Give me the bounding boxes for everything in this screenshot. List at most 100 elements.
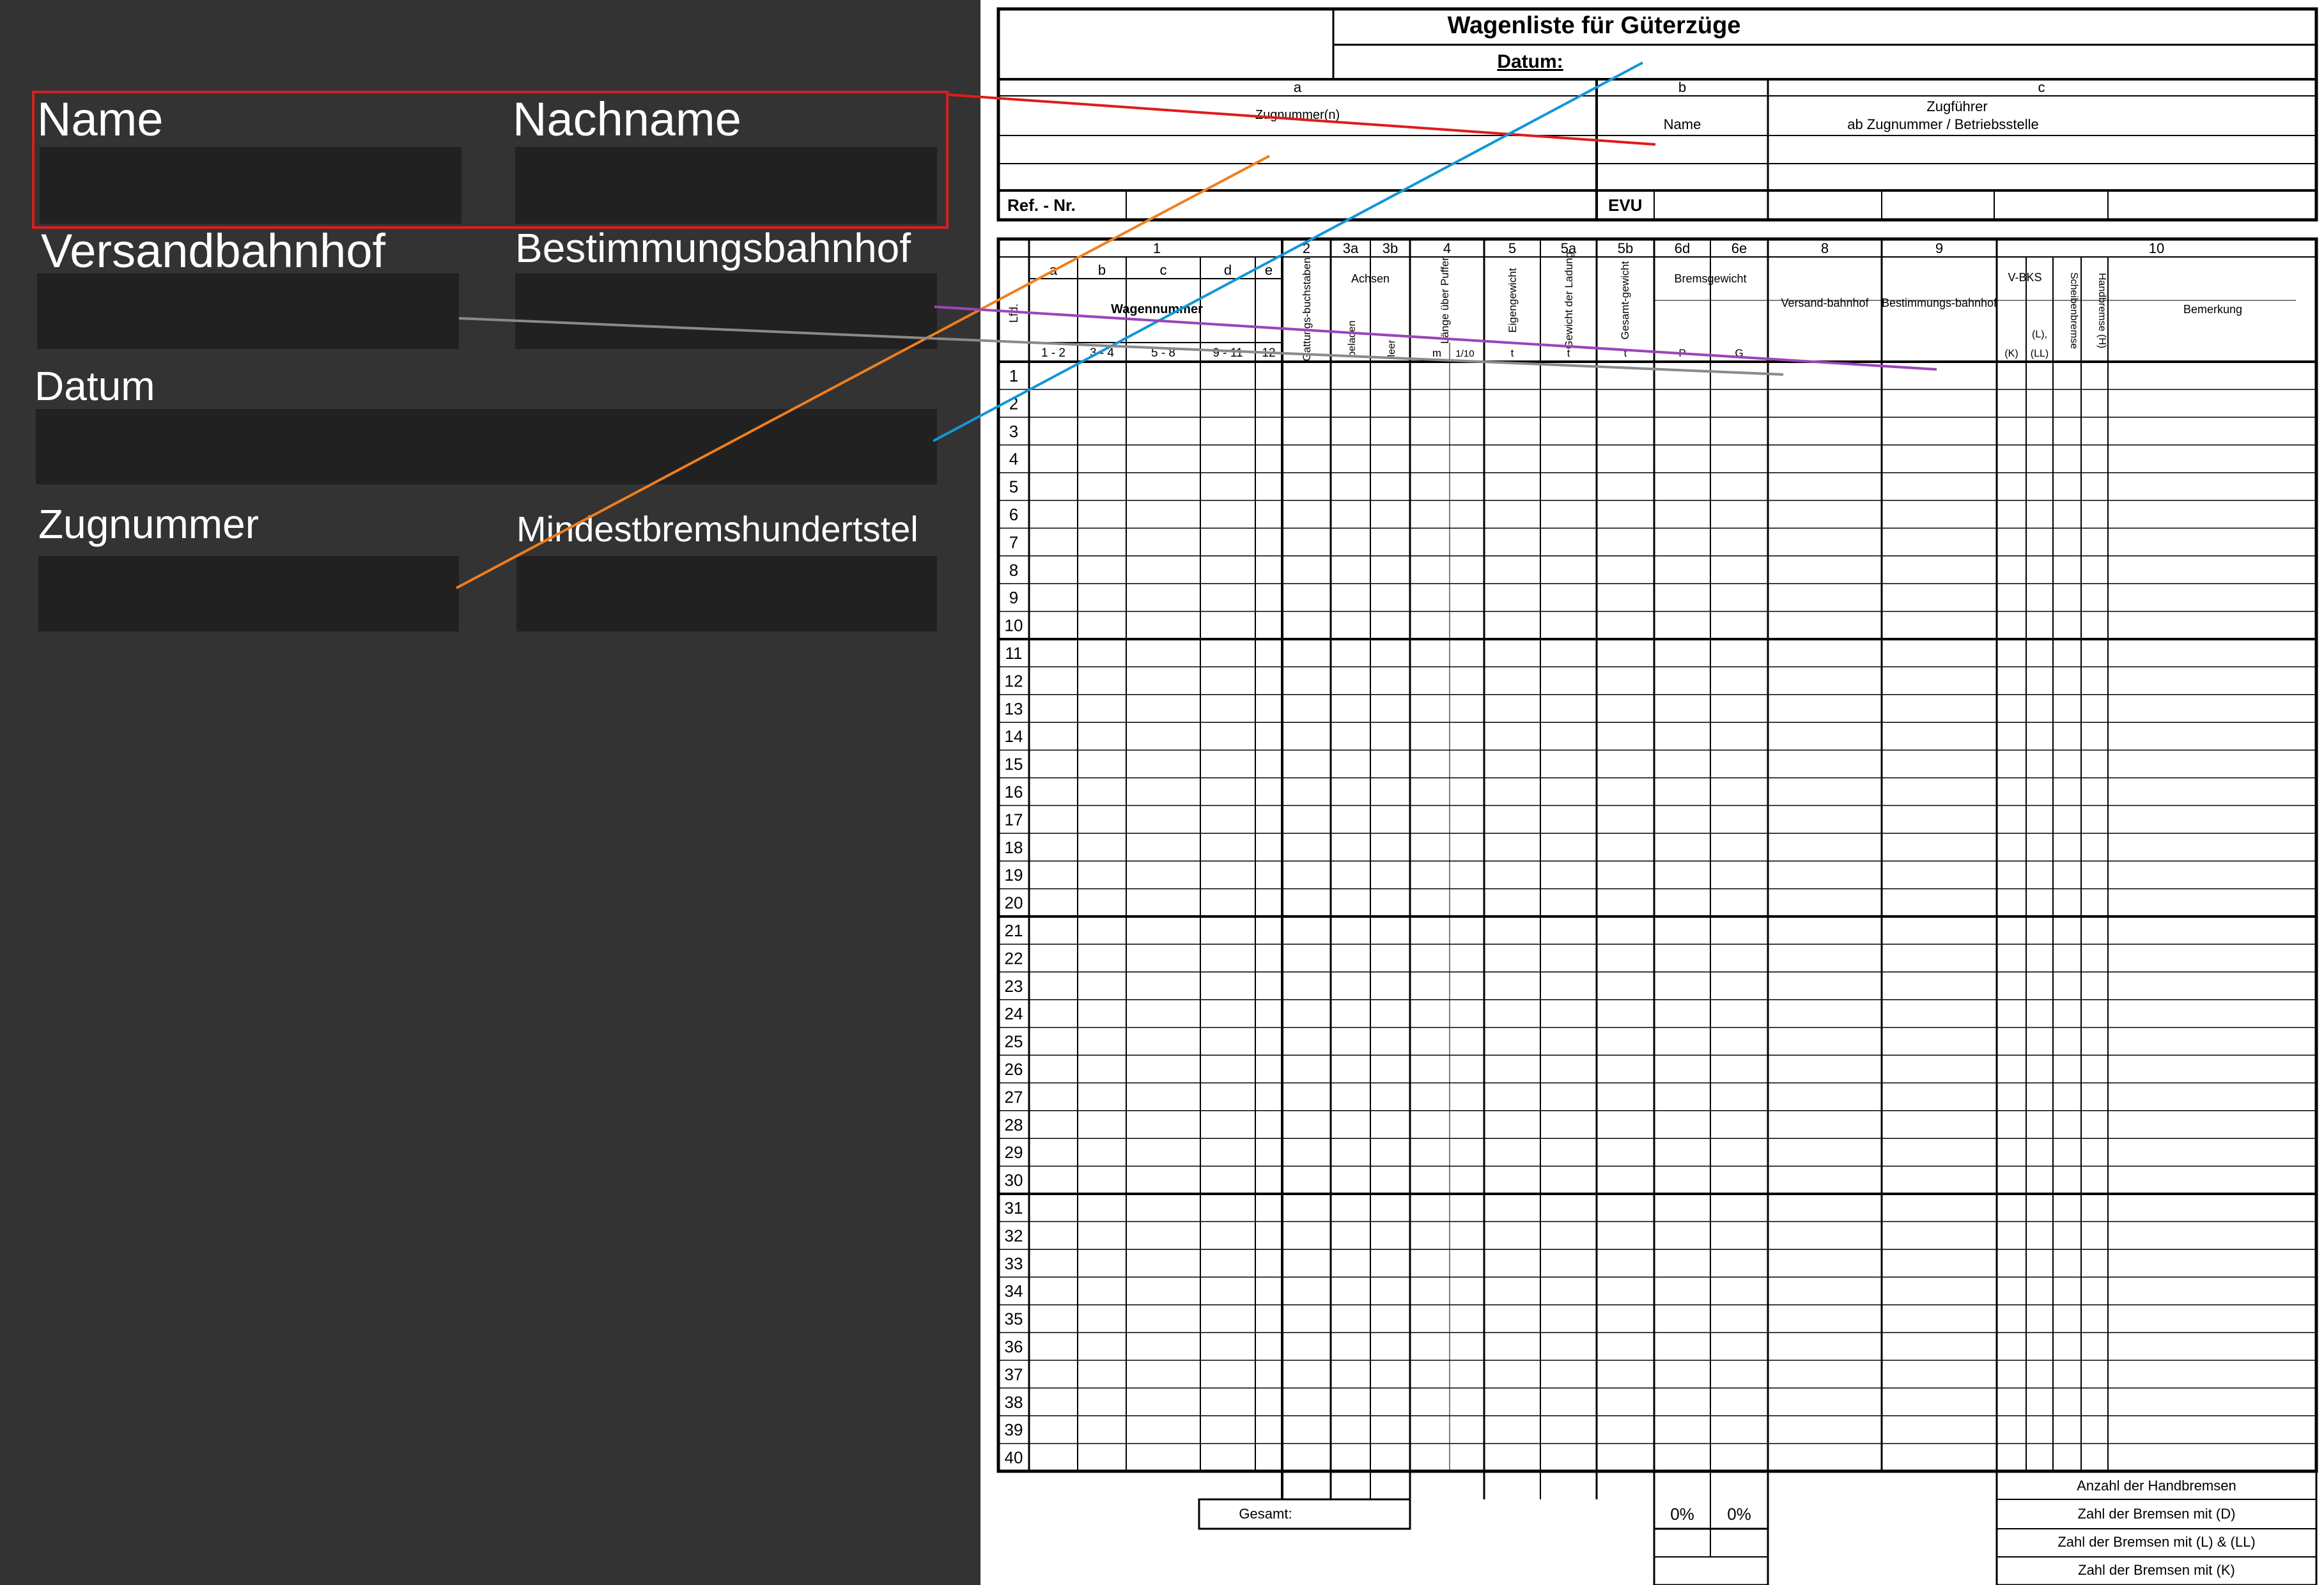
row-number: 18 [1005,838,1023,857]
hdr-scheibenbremse: Scheibenbremse [2068,272,2079,349]
row-number: 27 [1005,1087,1023,1106]
unit-12: 12 [1262,346,1275,360]
head-col-c: c [2038,79,2045,95]
head-ab-zugnummer: ab Zugnummer / Betriebsstelle [1847,116,2039,132]
row-number: 29 [1005,1143,1023,1162]
unit-g: G [1735,347,1743,359]
sub-d: d [1224,262,1232,278]
row-number: 37 [1005,1365,1023,1384]
head-ref-nr: Ref. - Nr. [1007,196,1076,215]
row-number: 7 [1009,532,1018,552]
hdr-bremsgewicht: Bremsgewicht [1674,272,1746,285]
row-number: 21 [1005,921,1023,940]
hdr-bemerkung: Bemerkung [2183,303,2242,316]
colnum-3b: 3b [1383,240,1398,256]
head-evu: EVU [1608,196,1642,215]
footer-gesamt: Gesamt: [1239,1506,1292,1522]
unit-5-8: 5 - 8 [1151,346,1175,360]
unit-m: m [1432,347,1441,359]
hdr-laenge: Länge über Puffer [1439,257,1451,344]
row-number: 33 [1005,1254,1023,1273]
head-zugfuehrer: Zugführer [1926,98,1987,114]
sheet-datum-label: Datum: [1497,51,1563,72]
sheet-static-lines [996,7,2318,1585]
colnum-6e: 6e [1731,240,1747,256]
row-number: 32 [1005,1226,1023,1245]
row-number: 8 [1009,561,1018,580]
unit-3-4: 3 - 4 [1090,346,1114,360]
sub-b: b [1098,262,1106,278]
head-col-a: a [1294,79,1302,95]
colnum-1: 1 [1153,240,1161,256]
row-number: 30 [1005,1171,1023,1190]
sub-c: c [1160,262,1167,278]
colnum-5b: 5b [1618,240,1633,256]
hdr-achsen: Achsen [1351,272,1390,285]
colnum-4: 4 [1443,240,1451,256]
row-number: 22 [1005,948,1023,968]
wagenliste-sheet: 1234567891011121314151617181920212223242… [996,7,2318,1585]
hdr-handbremse: Handbremse (H) [2096,273,2107,348]
hdr-wagennummer: Wagennummer [1111,302,1203,316]
footer-anzahl-handbremsen: Anzahl der Handbremsen [2077,1478,2236,1494]
row-number: 40 [1005,1448,1023,1467]
row-number: 6 [1009,505,1018,524]
hdr-versand: Versand-bahnhof [1781,297,1869,309]
row-number: 28 [1005,1115,1023,1134]
row-number: 31 [1005,1198,1023,1218]
row-number: 5 [1009,477,1018,497]
head-name: Name [1664,116,1701,132]
row-number: 25 [1005,1032,1023,1051]
footer-pct-p: 0% [1670,1504,1694,1524]
sub-a: a [1050,262,1058,278]
row-number: 12 [1005,671,1023,690]
unit-t-eigen: t [1511,347,1514,359]
colnum-2: 2 [1303,240,1310,256]
hdr-gewicht-ladung: Gewicht der Ladung [1563,252,1575,349]
hdr-leer: leer [1386,339,1397,357]
row-number: 1 [1009,366,1018,385]
colnum-8: 8 [1821,240,1829,256]
row-number: 38 [1005,1393,1023,1412]
row-number: 9 [1009,588,1018,607]
head-col-b: b [1678,79,1686,95]
unit-t-gesamt: t [1624,347,1627,359]
row-number: 15 [1005,755,1023,774]
colnum-6d: 6d [1675,240,1690,256]
row-number: 10 [1005,616,1023,635]
colnum-10: 10 [2149,240,2164,256]
sheet-title: Wagenliste für Güterzüge [1448,12,1741,39]
row-number: 34 [1005,1281,1023,1301]
footer-bremsen-l-ll: Zahl der Bremsen mit (L) & (LL) [2057,1534,2255,1550]
row-number: 23 [1005,977,1023,996]
colnum-3a: 3a [1343,240,1359,256]
hdr-beladen: beladen [1347,321,1358,357]
row-number: 35 [1005,1310,1023,1329]
unit-t-ladung: t [1567,347,1570,359]
footer-pct-g: 0% [1727,1504,1751,1524]
colnum-9: 9 [1935,240,1943,256]
unit-9-11: 9 - 11 [1212,346,1243,360]
row-number: 16 [1005,782,1023,801]
row-number: 2 [1009,394,1018,413]
colnum-5: 5 [1508,240,1516,256]
row-number: 3 [1009,422,1018,441]
unit-l: (L), [2032,329,2047,340]
row-number: 19 [1005,865,1023,885]
hdr-lfd: Lfd. [1007,304,1020,323]
row-number: 24 [1005,1004,1023,1023]
hdr-gattung: Gattungs-buchstaben [1301,258,1313,362]
row-number: 36 [1005,1337,1023,1356]
row-number: 4 [1009,449,1018,468]
row-number: 13 [1005,699,1023,718]
hdr-bestimmung: Bestimmungs-bahnhof [1882,297,1997,309]
row-number: 17 [1005,810,1023,829]
table-row-lines [998,389,2316,1473]
row-number: 20 [1005,893,1023,913]
footer-bremsen-k: Zahl der Bremsen mit (K) [2078,1562,2235,1578]
unit-p: P [1678,347,1685,359]
unit-ll: (LL) [2031,348,2049,359]
row-number: 14 [1005,727,1023,746]
hdr-eigengewicht: Eigengewicht [1507,268,1519,332]
unit-1-2: 1 - 2 [1041,346,1065,360]
